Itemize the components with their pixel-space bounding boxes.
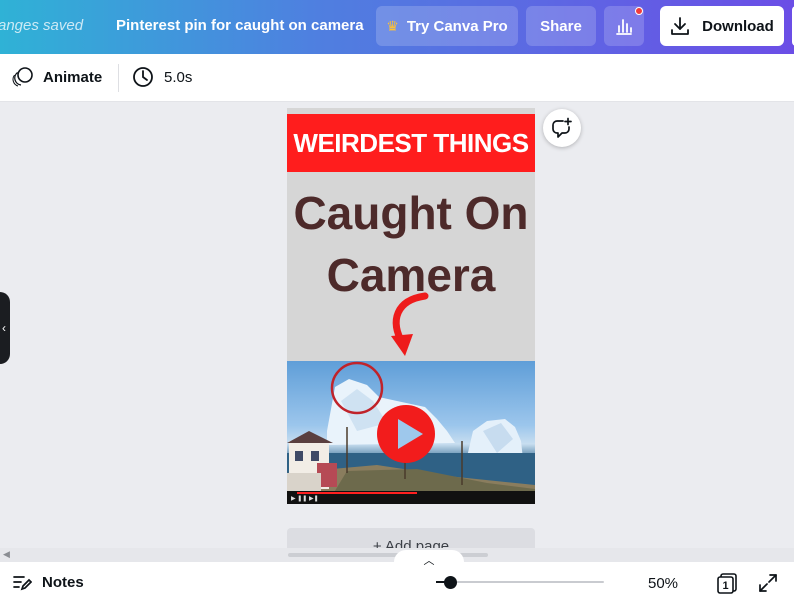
document-title[interactable]: Pinterest pin for caught on camera	[116, 17, 364, 34]
toolbar-divider	[118, 64, 119, 92]
add-comment-button[interactable]	[543, 109, 581, 147]
page-count: 1	[722, 580, 728, 592]
download-label: Download	[702, 17, 774, 35]
video-control-bar[interactable]: ▶ ❚❚ ▶❚	[287, 491, 535, 504]
video-thumbnail[interactable]: ▶ ❚❚ ▶❚	[287, 361, 535, 504]
try-canva-pro-label: Try Canva Pro	[406, 17, 508, 35]
animate-label: Animate	[43, 68, 103, 86]
chevron-up-icon: ︿	[423, 555, 435, 567]
banner-text[interactable]: WEIRDEST THINGS	[287, 114, 535, 172]
share-label: Share	[540, 17, 582, 35]
fullscreen-icon[interactable]	[758, 573, 778, 593]
chevron-left-icon: ‹	[2, 321, 6, 335]
download-icon	[671, 17, 690, 35]
duration-button[interactable]: 5.0s	[132, 66, 192, 88]
crown-icon: ♛	[386, 17, 399, 34]
duration-label: 5.0s	[164, 68, 193, 86]
notification-dot	[635, 7, 643, 15]
side-panel-toggle[interactable]: ‹	[0, 292, 10, 364]
notes-button[interactable]: Notes	[12, 572, 84, 592]
try-canva-pro-button[interactable]: ♛ Try Canva Pro	[376, 6, 518, 46]
notes-icon	[13, 576, 32, 591]
clock-icon	[133, 67, 153, 87]
design-page[interactable]: WEIRDEST THINGS Caught On Camera ▶ ❚❚ ▶❚	[287, 108, 535, 504]
zoom-slider-handle[interactable]	[444, 576, 457, 589]
animate-icon	[12, 67, 33, 87]
animate-button[interactable]: Animate	[12, 66, 102, 88]
video-progress[interactable]	[297, 492, 417, 494]
context-toolbar: Animate 5.0s	[0, 54, 794, 102]
zoom-percentage[interactable]: 50%	[648, 575, 678, 592]
save-status: anges saved	[0, 17, 84, 34]
zoom-slider-track[interactable]	[436, 581, 604, 583]
iceberg-scene-image	[287, 361, 535, 504]
notes-label: Notes	[42, 573, 84, 591]
scroll-left-icon[interactable]: ◀	[3, 549, 10, 560]
page-count-button[interactable]: 1	[716, 572, 738, 594]
insights-button[interactable]	[604, 6, 644, 46]
bar-chart-icon	[616, 19, 632, 35]
pages-panel-toggle[interactable]: ︿	[394, 550, 464, 570]
editor-header: anges saved Pinterest pin for caught on …	[0, 0, 794, 54]
headline-line-1[interactable]: Caught On	[287, 186, 535, 240]
comment-plus-icon	[552, 117, 572, 138]
curved-arrow-graphic[interactable]	[383, 292, 433, 358]
play-control-icon[interactable]: ▶ ❚❚ ▶❚	[291, 495, 319, 502]
download-button[interactable]: Download	[660, 6, 784, 46]
share-button[interactable]: Share	[526, 6, 596, 46]
